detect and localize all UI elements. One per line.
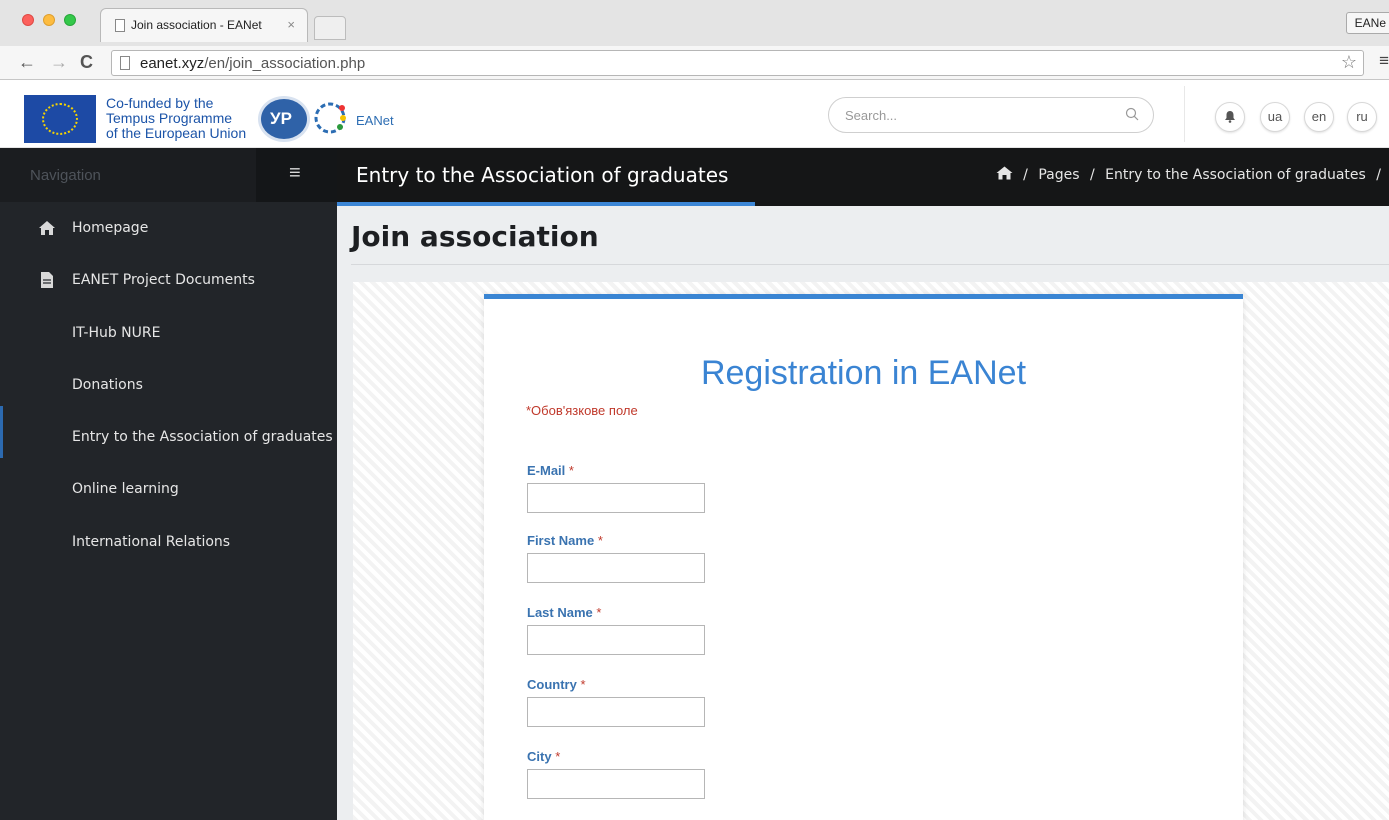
browser-menu-icon[interactable]: ≡ <box>1379 51 1389 71</box>
first-name-field[interactable] <box>527 553 705 583</box>
browser-tab-bar: Join association - EANet × EANe <box>0 0 1389 46</box>
sidebar-item-online-learning[interactable]: Online learning <box>0 470 337 510</box>
first-name-label: First Name * <box>527 533 603 548</box>
page-bar-accent <box>337 202 755 206</box>
address-bar[interactable]: eanet.xyz/en/join_association.php ☆ <box>111 50 1364 76</box>
sidebar-item-label: Homepage <box>72 220 149 236</box>
field-label-text: E-Mail <box>527 463 566 478</box>
search-icon[interactable] <box>1125 107 1139 121</box>
cofund-text: Co-funded by the Tempus Programme of the… <box>106 96 246 141</box>
page-title-bar: Entry to the Association of graduates / … <box>337 148 1389 206</box>
sidebar-item-label: EANET Project Documents <box>72 272 255 288</box>
eanet-globe-logo[interactable] <box>312 100 348 136</box>
sidebar-item-project-documents[interactable]: EANET Project Documents <box>0 261 337 301</box>
page-icon <box>120 56 130 70</box>
home-icon[interactable] <box>996 166 1013 180</box>
breadcrumb: / Pages / Entry to the Association of gr… <box>996 166 1381 183</box>
navigation-title: Navigation <box>30 167 101 184</box>
bookmark-star-icon[interactable]: ☆ <box>1341 52 1357 73</box>
required-asterisk: * <box>596 605 602 620</box>
country-field[interactable] <box>527 697 705 727</box>
hamburger-menu-icon[interactable]: ≡ <box>289 162 301 185</box>
url-text[interactable]: eanet.xyz/en/join_association.php <box>140 55 365 72</box>
breadcrumb-separator: / <box>1089 167 1095 183</box>
required-asterisk: * <box>555 749 561 764</box>
sidebar-item-label: Entry to the Association of graduates <box>72 429 333 445</box>
header-divider <box>1184 86 1185 142</box>
sidebar-header: Navigation ≡ <box>0 148 337 202</box>
tab-title: Join association - EANet <box>131 18 262 32</box>
language-en-button[interactable]: en <box>1304 102 1334 132</box>
page-heading: Join association <box>351 220 599 253</box>
language-ru-button[interactable]: ru <box>1347 102 1377 132</box>
sidebar-item-donations[interactable]: Donations <box>0 366 337 406</box>
minimize-window-button[interactable] <box>43 14 55 26</box>
email-field[interactable] <box>527 483 705 513</box>
breadcrumb-pages[interactable]: Pages <box>1038 167 1079 183</box>
required-asterisk: * <box>597 533 603 548</box>
reload-icon[interactable]: C <box>80 52 93 72</box>
new-tab-button[interactable] <box>314 16 346 40</box>
city-label: City * <box>527 749 560 764</box>
field-label-text: First Name <box>527 533 595 548</box>
sidebar-item-homepage[interactable]: Homepage <box>0 209 337 249</box>
country-label: Country * <box>527 677 586 692</box>
eu-stars <box>42 103 78 135</box>
email-label: E-Mail * <box>527 463 574 478</box>
cofund-line1: Co-funded by the <box>106 95 214 111</box>
last-name-label: Last Name * <box>527 605 601 620</box>
home-icon <box>39 221 55 235</box>
cofund-line3: of the European Union <box>106 125 247 141</box>
registration-form: Registration in EANet *Обов'язкове поле … <box>484 294 1243 820</box>
zoom-window-button[interactable] <box>64 14 76 26</box>
notifications-bell-icon[interactable] <box>1215 102 1245 132</box>
required-asterisk: * <box>580 677 586 692</box>
breadcrumb-separator: / <box>1376 167 1381 183</box>
field-label-text: City <box>527 749 552 764</box>
sidebar-item-label: International Relations <box>72 534 231 550</box>
site-header: Co-funded by the Tempus Programme of the… <box>0 80 1389 148</box>
url-path: /en/join_association.php <box>204 55 366 72</box>
sidebar-item-it-hub[interactable]: IT-Hub NURE <box>0 314 337 354</box>
search-placeholder: Search... <box>845 108 898 123</box>
sidebar-item-association-entry[interactable]: Entry to the Association of graduates <box>0 418 337 458</box>
required-asterisk: * <box>568 463 574 478</box>
page-icon <box>115 19 125 32</box>
sidebar-toggle-button[interactable]: ≡ <box>256 148 337 202</box>
search-input[interactable]: Search... <box>828 97 1154 133</box>
cofund-line2: Tempus Programme <box>106 110 233 126</box>
sidebar-item-label: Online learning <box>72 481 179 497</box>
close-window-button[interactable] <box>22 14 34 26</box>
site-label[interactable]: EANet <box>356 113 394 128</box>
document-icon <box>41 272 53 288</box>
sidebar-item-label: Donations <box>72 377 143 393</box>
main-content: Entry to the Association of graduates / … <box>337 148 1389 820</box>
city-field[interactable] <box>527 769 705 799</box>
back-arrow-icon[interactable]: ← <box>18 52 36 72</box>
browser-tab[interactable]: Join association - EANet × <box>100 8 308 42</box>
eu-flag-logo <box>24 95 96 143</box>
sidebar: Navigation ≡ Homepage EANET Project Docu… <box>0 148 337 820</box>
heading-divider <box>351 264 1389 265</box>
last-name-field[interactable] <box>527 625 705 655</box>
field-label-text: Country <box>527 677 577 692</box>
breadcrumb-separator: / <box>1023 167 1028 183</box>
profile-button[interactable]: EANe <box>1345 12 1389 34</box>
form-background: Registration in EANet *Обов'язкове поле … <box>353 282 1389 820</box>
breadcrumb-current[interactable]: Entry to the Association of graduates <box>1105 167 1366 183</box>
form-accent-bar <box>484 294 1243 299</box>
forward-arrow-icon[interactable]: → <box>50 52 68 72</box>
tab-close-icon[interactable]: × <box>287 17 295 32</box>
page-bar-title: Entry to the Association of graduates <box>356 163 729 187</box>
field-label-text: Last Name <box>527 605 593 620</box>
university-logo[interactable] <box>258 96 310 142</box>
url-host: eanet.xyz <box>140 55 205 72</box>
sidebar-item-label: IT-Hub NURE <box>72 325 161 341</box>
browser-toolbar: ← → C eanet.xyz/en/join_association.php … <box>0 46 1389 80</box>
language-ua-button[interactable]: ua <box>1260 102 1290 132</box>
form-title: Registration in EANet <box>700 354 1027 392</box>
screen: { "browser": { "tab_title": "Join associ… <box>0 0 1389 820</box>
required-field-note: *Обов'язкове поле <box>526 403 638 418</box>
sidebar-item-international-relations[interactable]: International Relations <box>0 523 337 563</box>
